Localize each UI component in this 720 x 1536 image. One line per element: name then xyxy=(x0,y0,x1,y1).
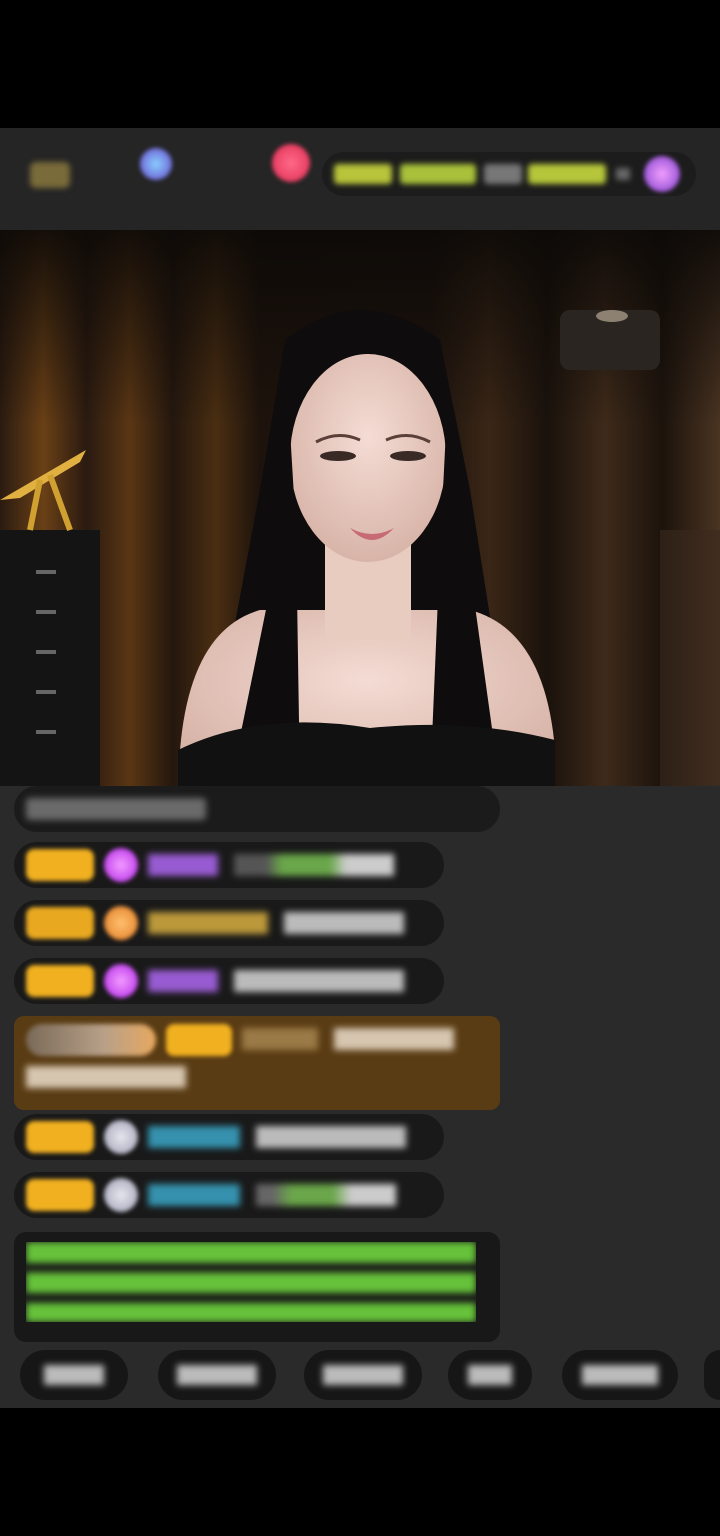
chat-message[interactable] xyxy=(14,1172,444,1218)
chat-text xyxy=(256,1126,406,1148)
quick-reply-5[interactable] xyxy=(562,1350,678,1400)
chat-text xyxy=(234,970,404,992)
quick-reply-3[interactable] xyxy=(304,1350,422,1400)
chat-username[interactable] xyxy=(148,1184,240,1206)
video-stream[interactable] xyxy=(0,230,720,786)
rank-tag-2 xyxy=(400,164,476,184)
chat-message-highlight[interactable] xyxy=(14,1016,500,1110)
fan-level-tag xyxy=(166,1024,232,1056)
chat-username[interactable] xyxy=(148,912,268,934)
chat-message[interactable] xyxy=(14,900,444,946)
chat-message[interactable] xyxy=(14,958,444,1004)
level-badge[interactable] xyxy=(30,162,70,188)
rank-tag-4 xyxy=(528,164,606,184)
chat-text xyxy=(284,912,404,934)
avatar xyxy=(104,1178,138,1212)
rank-bar[interactable] xyxy=(322,152,696,196)
chat-message[interactable] xyxy=(14,842,444,888)
chat-username[interactable] xyxy=(242,1028,318,1050)
avatar xyxy=(104,1120,138,1154)
stream-frame xyxy=(0,230,720,786)
rank-separator xyxy=(616,168,630,180)
fan-level-tag xyxy=(26,965,94,997)
diamond-icon xyxy=(104,848,138,882)
top-bar xyxy=(0,128,720,230)
quick-reply-4[interactable] xyxy=(448,1350,532,1400)
diamond-icon xyxy=(104,964,138,998)
quick-reply-2[interactable] xyxy=(158,1350,276,1400)
vip-badge xyxy=(26,1024,156,1056)
rank-tag-3 xyxy=(484,164,522,184)
rank-avatar-icon xyxy=(644,156,680,192)
announcement-text xyxy=(26,1242,476,1322)
quick-reply-1[interactable] xyxy=(20,1350,128,1400)
fan-level-tag xyxy=(26,849,94,881)
chat-username[interactable] xyxy=(148,854,218,876)
fan-level-tag xyxy=(26,907,94,939)
chat-text xyxy=(256,1184,396,1206)
chat-username[interactable] xyxy=(148,1126,240,1148)
fan-club-heart-icon[interactable] xyxy=(272,144,310,182)
fan-level-tag xyxy=(26,1179,94,1211)
avatar-gem-icon[interactable] xyxy=(140,148,172,180)
chat-text xyxy=(234,854,394,876)
chat-username[interactable] xyxy=(148,970,218,992)
chat-list[interactable] xyxy=(0,786,720,1346)
fan-club-label xyxy=(180,158,270,178)
letterbox-bottom xyxy=(0,1408,720,1536)
letterbox-top xyxy=(0,0,720,128)
chat-text xyxy=(334,1028,454,1050)
chat-text-continued xyxy=(26,1066,186,1088)
gift-icon xyxy=(104,906,138,940)
live-room xyxy=(0,128,720,1408)
rank-tag-1 xyxy=(334,164,392,184)
announcement xyxy=(14,1232,500,1342)
system-notice xyxy=(14,786,500,832)
fan-level-tag xyxy=(26,1121,94,1153)
quick-reply-more[interactable] xyxy=(704,1350,720,1400)
chat-message[interactable] xyxy=(14,1114,444,1160)
